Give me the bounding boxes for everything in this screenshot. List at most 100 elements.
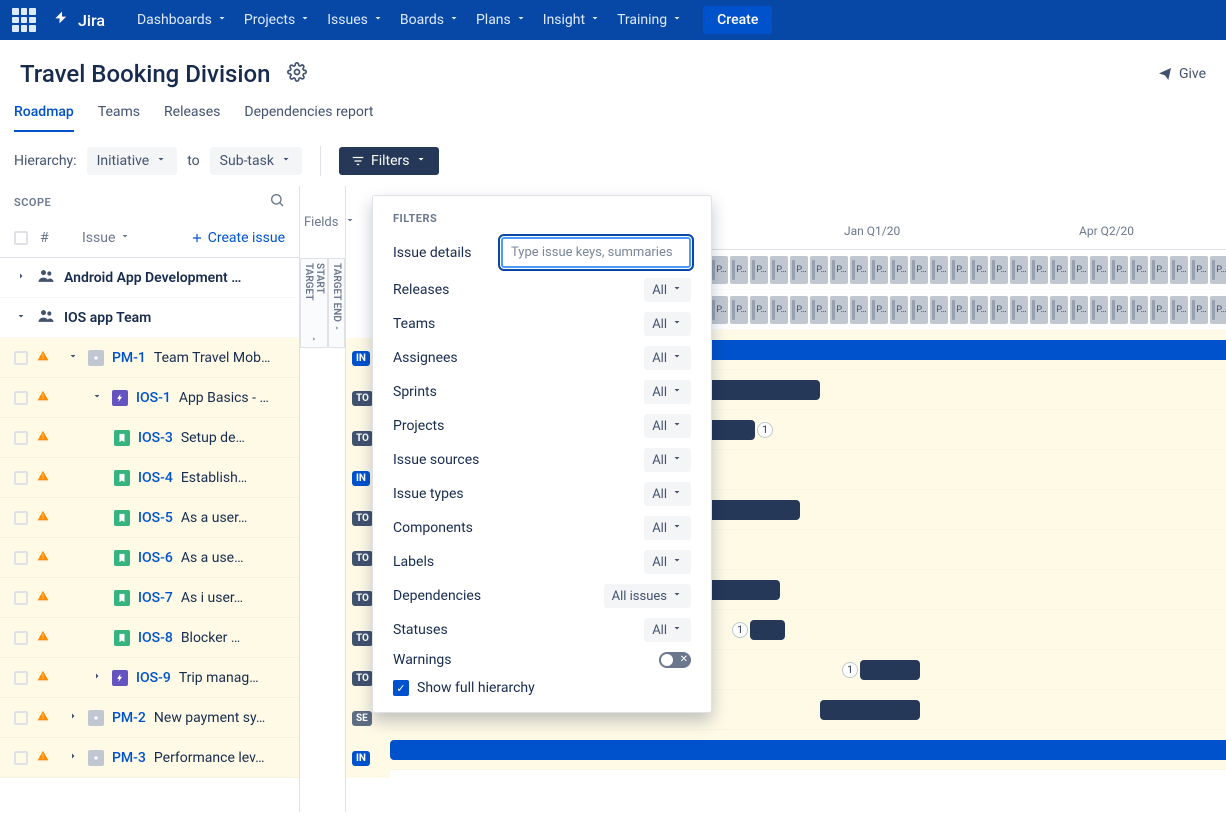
issue-key[interactable]: IOS-5 (138, 510, 173, 526)
issue-key[interactable]: PM-3 (112, 750, 146, 766)
sprint-pill[interactable]: P… (910, 296, 928, 324)
sprint-pill[interactable]: P… (950, 256, 968, 284)
row-checkbox[interactable] (14, 551, 28, 565)
gear-icon[interactable] (287, 62, 307, 86)
status-badge[interactable]: IN (352, 751, 370, 766)
nav-dashboards[interactable]: Dashboards (129, 6, 236, 34)
sprint-pill[interactable]: P… (810, 256, 828, 284)
status-badge[interactable]: IN (352, 351, 370, 366)
row-checkbox[interactable] (14, 351, 28, 365)
status-badge[interactable]: TO (352, 591, 373, 606)
filter-select-issue-sources[interactable]: All (644, 448, 691, 472)
create-issue-button[interactable]: Create issue (190, 230, 285, 246)
nav-training[interactable]: Training (609, 6, 691, 34)
filter-select-releases[interactable]: All (644, 278, 691, 302)
status-badge[interactable]: IN (352, 471, 370, 486)
sprint-pill[interactable]: P… (1150, 256, 1168, 284)
sprint-pill[interactable]: P… (990, 296, 1008, 324)
row-checkbox[interactable] (14, 391, 28, 405)
sprint-pill[interactable]: P… (1210, 296, 1226, 324)
sprint-pill[interactable]: P… (810, 296, 828, 324)
filter-select-dependencies[interactable]: All issues (604, 584, 691, 608)
sprint-pill[interactable]: P… (970, 256, 988, 284)
issue-row[interactable]: PM-1 Team Travel Mob… (0, 338, 299, 378)
issue-key[interactable]: IOS-4 (138, 470, 173, 486)
issue-key[interactable]: PM-1 (112, 350, 146, 366)
dependency-badge[interactable]: 1 (842, 662, 858, 678)
sprint-pill[interactable]: P… (730, 296, 748, 324)
sprint-pill[interactable]: P… (830, 296, 848, 324)
sprint-pill[interactable]: P… (1130, 256, 1148, 284)
dependency-badge[interactable]: 1 (732, 622, 748, 638)
issue-key[interactable]: PM-2 (112, 710, 146, 726)
warning-icon[interactable] (36, 429, 50, 447)
row-checkbox[interactable] (14, 711, 28, 725)
warning-icon[interactable] (36, 389, 50, 407)
sprint-pill[interactable]: P… (730, 256, 748, 284)
issue-row[interactable]: IOS-4 Establish… (0, 458, 299, 498)
row-checkbox[interactable] (14, 591, 28, 605)
sprint-pill[interactable]: P… (1050, 296, 1068, 324)
warning-icon[interactable] (36, 509, 50, 527)
sprint-pill[interactable]: P… (970, 296, 988, 324)
row-checkbox[interactable] (14, 511, 28, 525)
sprint-pill[interactable]: P… (890, 256, 908, 284)
sprint-pill[interactable]: P… (1170, 296, 1188, 324)
hierarchy-to-select[interactable]: Sub-task (210, 147, 302, 175)
filter-select-issue-types[interactable]: All (644, 482, 691, 506)
sprint-pill[interactable]: P… (1070, 256, 1088, 284)
filters-button[interactable]: Filters (339, 147, 440, 175)
issue-row[interactable]: IOS-1 App Basics - … (0, 378, 299, 418)
issue-key[interactable]: IOS-9 (136, 670, 171, 686)
show-hierarchy-checkbox[interactable]: ✓ Show full hierarchy (393, 680, 691, 696)
sprint-pill[interactable]: P… (1050, 256, 1068, 284)
sprint-pill[interactable]: P… (770, 296, 788, 324)
expand-caret[interactable] (66, 350, 80, 366)
nav-boards[interactable]: Boards (392, 6, 468, 34)
warning-icon[interactable] (36, 709, 50, 727)
status-badge[interactable]: TO (352, 631, 373, 646)
tab-teams[interactable]: Teams (98, 104, 140, 130)
issue-row[interactable]: IOS-7 As i user… (0, 578, 299, 618)
sprint-pill[interactable]: P… (1070, 296, 1088, 324)
filter-issue-details-input[interactable] (501, 237, 691, 268)
issue-row[interactable]: IOS-9 Trip manag… (0, 658, 299, 698)
filter-select-teams[interactable]: All (644, 312, 691, 336)
filter-select-assignees[interactable]: All (644, 346, 691, 370)
filter-select-statuses[interactable]: All (644, 618, 691, 642)
status-badge[interactable]: TO (352, 671, 373, 686)
filter-select-labels[interactable]: All (644, 550, 691, 574)
warnings-toggle[interactable] (659, 652, 691, 668)
tab-releases[interactable]: Releases (164, 104, 220, 130)
sprint-pill[interactable]: P… (1210, 256, 1226, 284)
expand-caret[interactable] (66, 750, 80, 766)
warning-icon[interactable] (36, 549, 50, 567)
team-group-row[interactable]: Android App Development … (0, 258, 299, 298)
gantt-bar[interactable] (860, 660, 920, 680)
issue-key[interactable]: IOS-8 (138, 630, 173, 646)
row-checkbox[interactable] (14, 431, 28, 445)
issue-row[interactable]: IOS-6 As a use… (0, 538, 299, 578)
warning-icon[interactable] (36, 349, 50, 367)
sprint-pill[interactable]: P… (1030, 256, 1048, 284)
sprint-pill[interactable]: P… (1110, 296, 1128, 324)
expand-caret[interactable] (90, 670, 104, 686)
sprint-pill[interactable]: P… (890, 296, 908, 324)
status-badge[interactable]: TO (352, 431, 373, 446)
filter-select-projects[interactable]: All (644, 414, 691, 438)
sprint-pill[interactable]: P… (870, 296, 888, 324)
sprint-pill[interactable]: P… (870, 256, 888, 284)
gantt-bar[interactable] (390, 740, 1226, 760)
sprint-pill[interactable]: P… (790, 296, 808, 324)
nav-insight[interactable]: Insight (535, 6, 609, 34)
feedback-button[interactable]: Give (1157, 66, 1206, 82)
sprint-pill[interactable]: P… (910, 256, 928, 284)
hierarchy-from-select[interactable]: Initiative (87, 147, 178, 175)
status-badge[interactable]: TO (352, 551, 373, 566)
sprint-pill[interactable]: P… (930, 256, 948, 284)
issue-key[interactable]: IOS-7 (138, 590, 173, 606)
sprint-pill[interactable]: P… (1130, 296, 1148, 324)
row-checkbox[interactable] (14, 671, 28, 685)
gantt-bar[interactable] (750, 620, 785, 640)
status-badge[interactable]: TO (352, 391, 373, 406)
